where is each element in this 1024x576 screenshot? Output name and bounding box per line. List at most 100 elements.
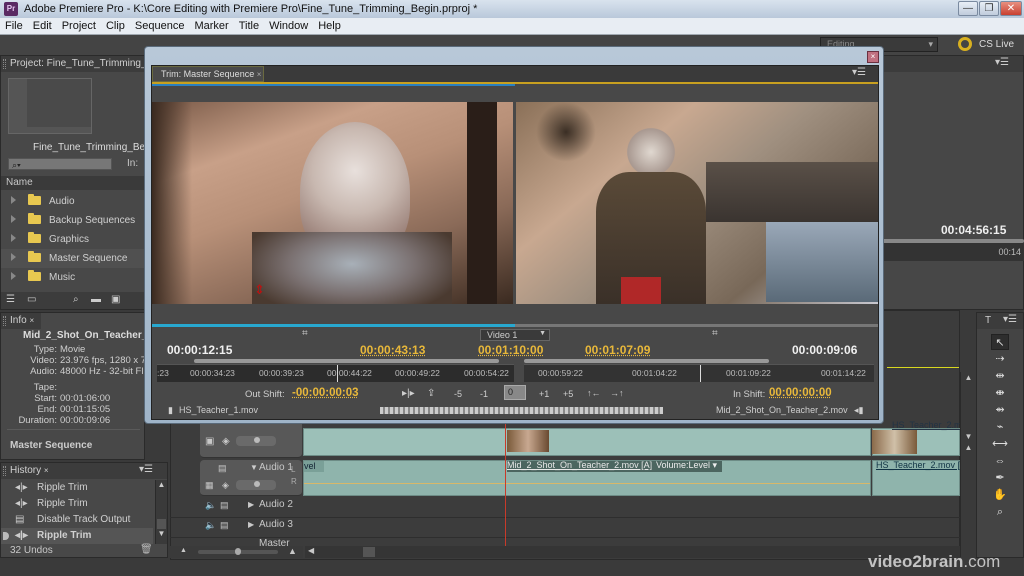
list-item[interactable]: Audio (1, 192, 144, 211)
track-select-tool[interactable]: ⇢ (991, 351, 1009, 367)
incoming-ruler[interactable]: 00:00:59:22 00:01:04:22 00:01:09:22 00:0… (524, 364, 874, 382)
cs-live-button[interactable]: CS Live (979, 39, 1014, 50)
history-item-selected[interactable]: ◂|▸ Ripple Trim (1, 528, 153, 544)
zoom-in-icon[interactable]: ▲ (288, 546, 297, 556)
maximize-button[interactable]: ❐ (979, 1, 999, 16)
expand-icon[interactable]: ▶ (248, 500, 254, 509)
hand-tool[interactable]: ✋ (991, 487, 1009, 503)
list-item[interactable]: Graphics (1, 230, 144, 249)
trim-plus1-button[interactable]: +1 (539, 389, 549, 399)
track-lock-icon[interactable]: ▤ (218, 463, 227, 474)
keyframe-navigator[interactable] (236, 480, 276, 490)
trim-out-icon[interactable]: ↑← (587, 388, 601, 398)
slide-tool[interactable]: ⇔ (991, 453, 1009, 469)
incoming-video-frame[interactable] (516, 102, 878, 304)
trim-in-icon[interactable]: →↑ (610, 388, 624, 398)
in-shift-value[interactable]: 00:00:00:00 (769, 387, 832, 399)
expand-icon[interactable]: ▶ (248, 520, 254, 529)
trim-offset-input[interactable]: 0 (504, 385, 526, 400)
history-item[interactable]: ▤ Disable Track Output (1, 512, 153, 528)
menu-help[interactable]: Help (313, 18, 346, 32)
scroll-up-icon[interactable]: ▲ (961, 443, 976, 452)
scroll-thumb[interactable] (157, 519, 166, 529)
list-item[interactable]: Backup Sequences (1, 211, 144, 230)
collapse-icon[interactable]: ▼ (250, 463, 258, 472)
track-header-audio3[interactable]: 🔈 ▤ ▶ Audio 3 (200, 518, 302, 536)
safe-margin-icon[interactable]: ⌗ (712, 328, 718, 339)
rolling-edit-tool[interactable]: ⇼ (991, 385, 1009, 401)
zoom-tool[interactable]: ⌕ (991, 504, 1009, 520)
out-point-timecode[interactable]: 00:00:43:13 (360, 343, 425, 357)
list-view-icon[interactable]: ☰ (6, 294, 15, 305)
track-select-dropdown[interactable]: Video 1 ▼ (480, 329, 550, 341)
search-input[interactable]: ⌕▾ (8, 158, 112, 170)
video-clip[interactable] (303, 428, 871, 456)
volume-fx-dropdown[interactable]: Volume:Level ▾ (656, 460, 717, 471)
drag-grip[interactable] (3, 59, 6, 69)
trim-plus5-button[interactable]: +5 (563, 389, 573, 399)
rate-stretch-tool[interactable]: ⇴ (991, 402, 1009, 418)
track-header-audio2[interactable]: 🔈 ▤ ▶ Audio 2 (200, 498, 302, 516)
history-tab[interactable]: History (10, 465, 41, 476)
ripple-edit-tool[interactable]: ⇹ (991, 368, 1009, 384)
icon-view-icon[interactable]: ▭ (27, 294, 36, 305)
speaker-icon[interactable]: 🔈 (205, 520, 216, 531)
expand-icon[interactable] (11, 234, 16, 242)
menu-sequence[interactable]: Sequence (130, 18, 190, 32)
outgoing-zoom-bar[interactable] (194, 359, 499, 363)
play-edit-icon[interactable]: ▸|▸ (402, 388, 415, 399)
scroll-up-icon[interactable]: ▲ (961, 373, 976, 382)
close-button[interactable]: ✕ (1000, 1, 1022, 16)
waveform-icon[interactable]: ▦ (205, 480, 214, 491)
razor-tool[interactable]: ⌁ (991, 419, 1009, 435)
column-header-name[interactable]: Name (1, 176, 144, 190)
track-header-video1[interactable]: ▣ ◈ (200, 420, 302, 458)
incoming-duration[interactable]: 00:00:09:06 (792, 343, 857, 357)
panel-menu-icon[interactable]: ▾☰ (139, 464, 153, 475)
menu-project[interactable]: Project (57, 18, 101, 32)
history-item[interactable]: ◂|▸ Ripple Trim (1, 496, 153, 512)
outgoing-video-frame[interactable]: ⇕ (152, 102, 513, 304)
minimize-button[interactable]: — (958, 1, 978, 16)
close-tab-icon[interactable]: × (257, 70, 262, 79)
close-tab-icon[interactable]: × (44, 466, 49, 475)
out-shift-value[interactable]: -00:00:00:03 (292, 387, 358, 399)
trim-tab[interactable]: Trim: Master Sequence × (152, 66, 264, 82)
menu-marker[interactable]: Marker (189, 18, 233, 32)
incoming-zoom-bar[interactable] (524, 359, 769, 363)
close-tab-icon[interactable]: × (29, 316, 34, 325)
safe-margin-icon[interactable]: ⌗ (302, 328, 308, 339)
slip-tool[interactable]: ⟷ (991, 436, 1009, 452)
scroll-down-icon[interactable]: ▼ (156, 529, 167, 538)
menu-edit[interactable]: Edit (28, 18, 57, 32)
outgoing-ruler[interactable]: :23 00:00:34:23 00:00:39:23 00:00:44:22 … (157, 364, 514, 382)
list-item[interactable]: Music (1, 268, 144, 287)
expand-icon[interactable] (11, 272, 16, 280)
keyframe-navigator[interactable] (236, 436, 276, 446)
info-tab[interactable]: Info (10, 315, 27, 326)
history-item[interactable]: ◂|▸ Ripple Trim (1, 480, 153, 496)
menu-title[interactable]: Title (234, 18, 264, 32)
expand-icon[interactable] (11, 215, 16, 223)
track-lock-icon[interactable]: ▤ (220, 520, 229, 531)
speaker-icon[interactable]: 🔈 (205, 500, 216, 511)
track-lock-icon[interactable]: ▤ (220, 500, 229, 511)
scroll-thumb[interactable] (363, 547, 375, 557)
menu-file[interactable]: File (0, 18, 28, 32)
playhead-timecode[interactable]: 00:01:10:00 (478, 343, 543, 357)
list-item[interactable]: Master Sequence (1, 249, 144, 268)
new-item-icon[interactable]: ▣ (111, 294, 120, 305)
menu-clip[interactable]: Clip (101, 18, 130, 32)
drag-grip[interactable] (3, 316, 6, 326)
selection-tool[interactable]: ↖ (991, 334, 1009, 350)
new-bin-icon[interactable]: ▬ (91, 294, 101, 305)
trim-minus5-button[interactable]: -5 (454, 389, 462, 399)
pen-tool[interactable]: ✒ (991, 470, 1009, 486)
toggle-sync-icon[interactable]: ▣ (205, 436, 214, 447)
scroll-up-icon[interactable]: ▲ (156, 480, 167, 489)
timeline-vscroll[interactable]: ▲ ▼ ▲ (960, 372, 976, 557)
panel-menu-icon[interactable]: ▾☰ (995, 57, 1009, 68)
trim-close-button[interactable]: × (867, 51, 879, 63)
zoom-slider[interactable]: ▲ ▲ (170, 546, 303, 558)
zoom-handle[interactable] (235, 548, 241, 555)
